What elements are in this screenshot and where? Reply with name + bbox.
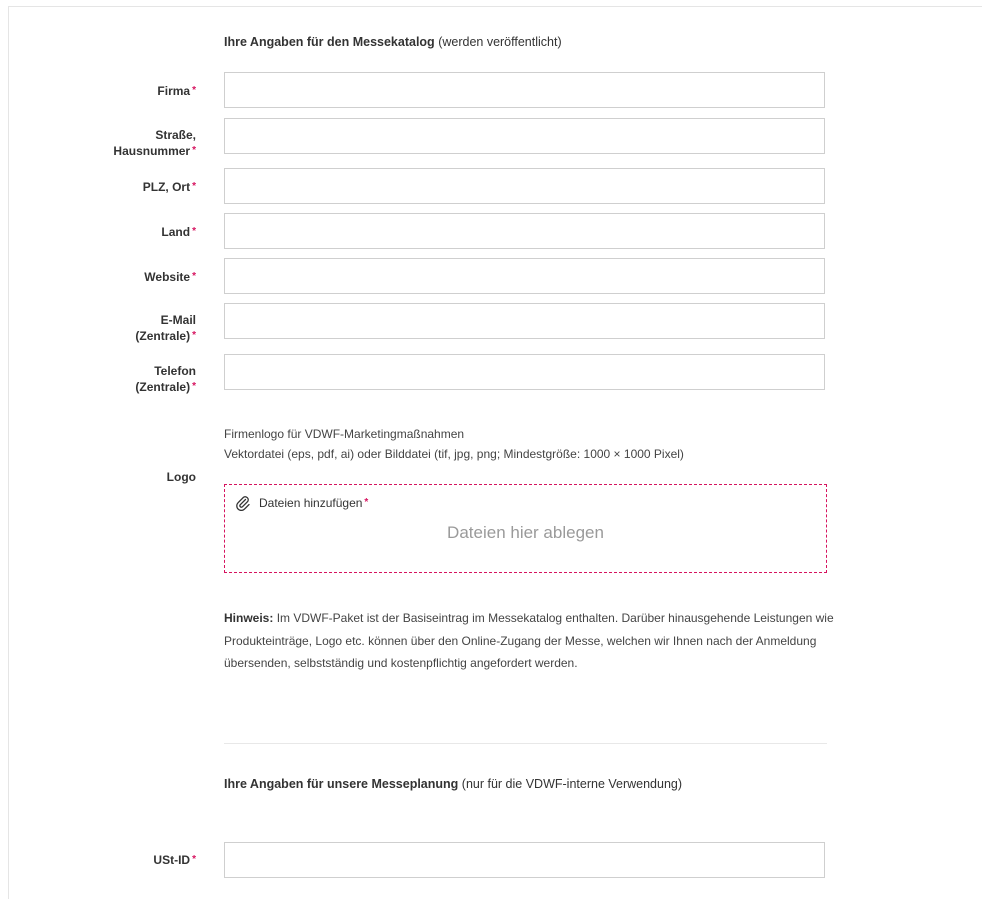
country-label-text: Land	[161, 225, 191, 239]
phone-input[interactable]	[224, 354, 825, 390]
phone-label: Telefon (Zentrale) *	[135, 364, 196, 395]
catalog-section-heading: Ihre Angaben für den Messekatalog (werde…	[224, 35, 562, 49]
email-label-line1: E-Mail	[160, 313, 196, 327]
planning-section-note: (nur für die VDWF-interne Verwendung)	[461, 777, 683, 791]
phone-label-line1: Telefon	[154, 364, 196, 378]
logo-info-line2: Vektordatei (eps, pdf, ai) oder Bilddate…	[224, 447, 684, 461]
planning-section-heading: Ihre Angaben für unsere Messeplanung (nu…	[224, 777, 682, 791]
logo-label: Logo	[167, 470, 196, 485]
zip-city-label: PLZ, Ort *	[143, 179, 196, 195]
website-label-text: Website	[144, 270, 191, 284]
required-mark: *	[192, 330, 196, 341]
company-label-text: Firma	[157, 84, 191, 98]
drop-hint: Dateien hier ablegen	[447, 523, 604, 542]
required-mark: *	[192, 145, 196, 156]
required-mark: *	[364, 497, 369, 508]
hint-note-text: Im VDWF-Paket ist der Basiseintrag im Me…	[224, 611, 834, 670]
street-label: Straße, Hausnummer *	[113, 128, 196, 159]
required-mark: *	[192, 271, 196, 282]
zip-city-input[interactable]	[224, 168, 825, 204]
section-divider	[224, 743, 827, 744]
street-label-line2: Hausnummer	[113, 144, 191, 158]
add-files-label: Dateien hinzufügen	[259, 496, 363, 510]
required-mark: *	[192, 381, 196, 392]
logo-dropzone[interactable]: Dateien hinzufügen * Dateien hier ablegen	[224, 484, 827, 573]
street-label-line1: Straße,	[155, 128, 196, 142]
logo-label-text: Logo	[166, 470, 196, 484]
hint-note-label: Hinweis:	[224, 611, 274, 625]
planning-section-title: Ihre Angaben für unsere Messeplanung	[224, 777, 459, 791]
catalog-section-title: Ihre Angaben für den Messekatalog	[224, 35, 435, 49]
logo-info: Firmenlogo für VDWF-Marketingmaßnahmen V…	[224, 424, 684, 464]
add-files-button[interactable]: Dateien hinzufügen *	[235, 495, 369, 512]
country-label: Land *	[161, 224, 196, 240]
logo-info-line1: Firmenlogo für VDWF-Marketingmaßnahmen	[224, 427, 465, 441]
catalog-section-note: (werden veröffentlicht)	[438, 35, 562, 49]
email-label-line2: (Zentrale)	[135, 329, 191, 343]
phone-label-line2: (Zentrale)	[135, 380, 191, 394]
email-label: E-Mail (Zentrale) *	[135, 313, 196, 344]
required-mark: *	[192, 181, 196, 192]
website-label: Website *	[144, 269, 196, 285]
country-input[interactable]	[224, 213, 825, 249]
frame-left-border	[8, 6, 9, 899]
vat-id-label: USt-ID *	[153, 852, 196, 868]
hint-note: Hinweis: Im VDWF-Paket ist der Basiseint…	[224, 607, 834, 675]
frame-top-border	[8, 6, 982, 7]
zip-city-label-text: PLZ, Ort	[142, 180, 191, 194]
street-input[interactable]	[224, 118, 825, 154]
required-mark: *	[192, 226, 196, 237]
vat-id-label-text: USt-ID	[153, 853, 191, 867]
company-label: Firma *	[157, 83, 196, 99]
website-input[interactable]	[224, 258, 825, 294]
paperclip-icon	[235, 495, 251, 512]
required-mark: *	[192, 854, 196, 865]
company-input[interactable]	[224, 72, 825, 108]
email-input[interactable]	[224, 303, 825, 339]
vat-id-input[interactable]	[224, 842, 825, 878]
required-mark: *	[192, 85, 196, 96]
